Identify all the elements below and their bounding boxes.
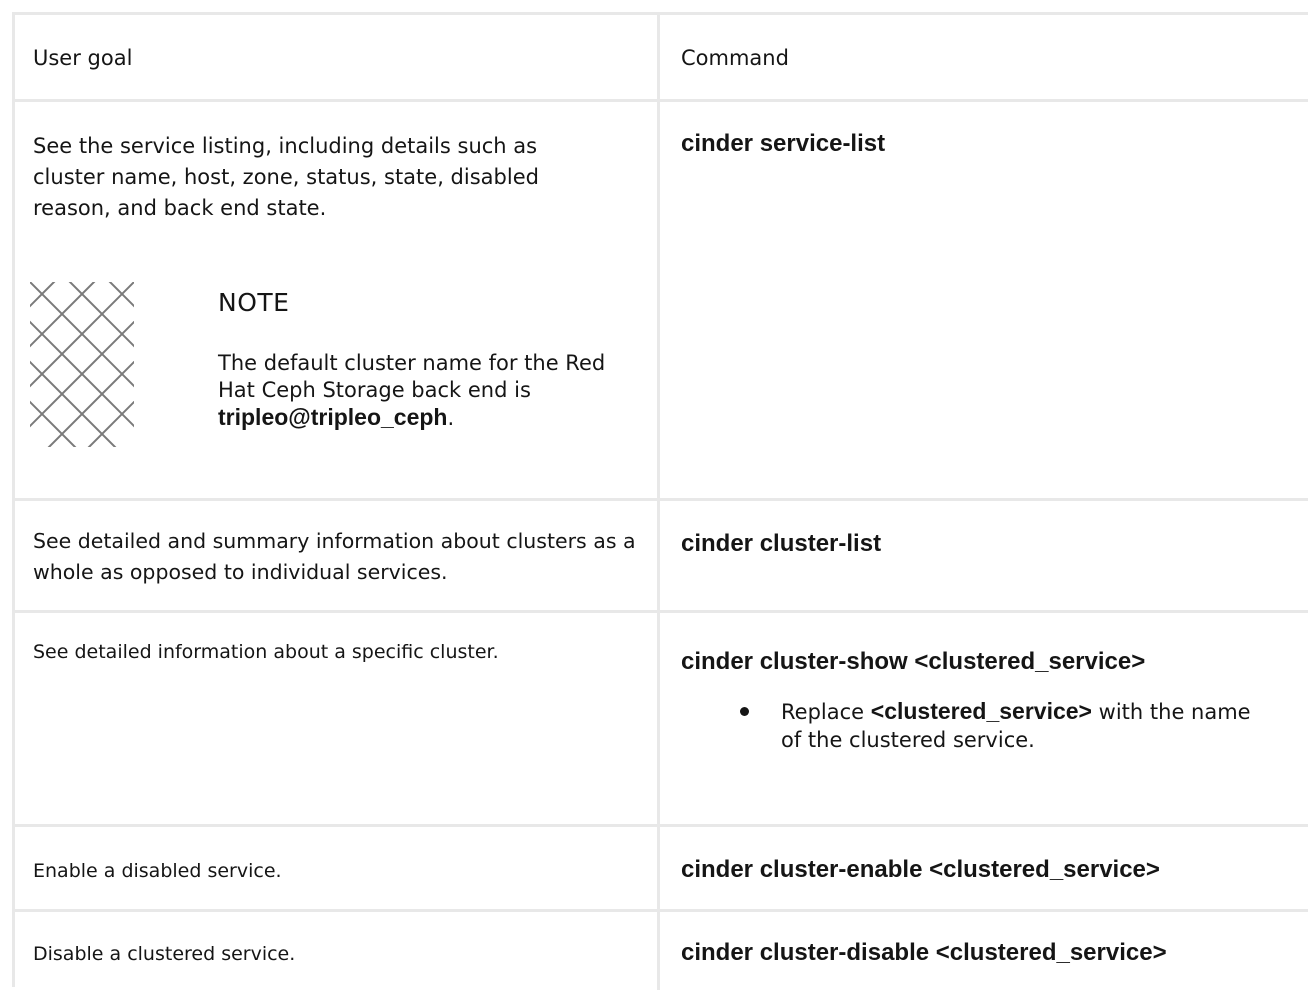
command-cell: cinder cluster-enable <clustered_service…	[660, 827, 1308, 909]
note-title: NOTE	[218, 288, 290, 317]
table-row: See the service listing, including detai…	[15, 102, 1308, 501]
command-text: cinder cluster-disable <clustered_servic…	[681, 939, 1167, 966]
header-cell-goal: User goal	[15, 15, 660, 99]
goal-cell: See detailed information about a specifi…	[15, 613, 660, 824]
note-body: The default cluster name for the Red Hat…	[218, 350, 648, 432]
header-user-goal: User goal	[33, 46, 133, 70]
goal-cell: See detailed and summary information abo…	[15, 501, 660, 610]
bullet-text-start: Replace	[781, 700, 865, 724]
goal-text: See the service listing, including detai…	[33, 134, 539, 220]
table-row: See detailed information about a specifi…	[15, 613, 1308, 827]
table-row: Disable a clustered service. cinder clus…	[15, 912, 1308, 990]
note-admonition: NOTE The default cluster name for the Re…	[30, 282, 650, 452]
table-header-row: User goal Command	[15, 15, 1308, 102]
goal-text: See detailed and summary information abo…	[33, 529, 636, 584]
bullet-code: <clustered_service>	[870, 698, 1092, 724]
note-text: The default cluster name for the Red Hat…	[218, 351, 606, 402]
note-lattice-icon	[30, 282, 134, 447]
goal-cell: Disable a clustered service.	[15, 912, 660, 990]
goal-text: Enable a disabled service.	[33, 860, 282, 882]
note-text-end: .	[447, 406, 455, 430]
bullet-dot-icon	[740, 707, 749, 716]
bullet-text: Replace <clustered_service> with the nam…	[781, 697, 1261, 754]
goal-cell: See the service listing, including detai…	[15, 102, 660, 498]
command-text: cinder cluster-enable <clustered_service…	[681, 856, 1160, 883]
commands-table: User goal Command See the service listin…	[12, 12, 1308, 990]
command-text: cinder cluster-list	[681, 530, 882, 557]
goal-text: Disable a clustered service.	[33, 943, 296, 965]
command-cell: cinder cluster-show <clustered_service> …	[660, 613, 1308, 824]
table-row: Enable a disabled service. cinder cluste…	[15, 827, 1308, 912]
command-cell: cinder cluster-disable <clustered_servic…	[660, 912, 1308, 990]
header-command: Command	[681, 46, 789, 70]
header-cell-command: Command	[660, 15, 1308, 99]
table-row: See detailed and summary information abo…	[15, 501, 1308, 613]
command-text: cinder service-list	[681, 130, 886, 157]
command-text: cinder cluster-show <clustered_service>	[681, 648, 1146, 675]
note-code-cluster-name: tripleo@tripleo_ceph	[218, 404, 448, 430]
goal-text: See detailed information about a specifi…	[33, 641, 499, 663]
command-cell: cinder service-list	[660, 102, 1308, 498]
goal-cell: Enable a disabled service.	[15, 827, 660, 909]
command-cell: cinder cluster-list	[660, 501, 1308, 610]
